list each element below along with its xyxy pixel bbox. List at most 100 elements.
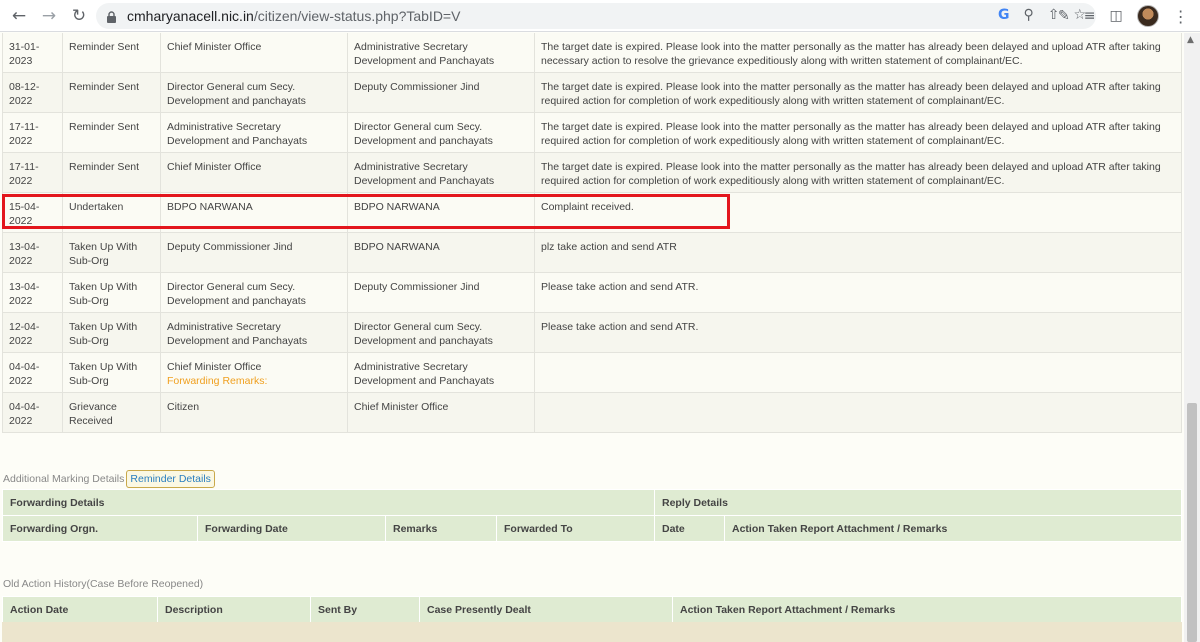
- col-atr-remarks: Action Taken Report Attachment / Remarks: [724, 515, 1182, 542]
- address-bar[interactable]: cmharyanacell.nic.in/citizen/view-status…: [96, 3, 1096, 29]
- forwarding-details-table: Forwarding Details Reply Details Forward…: [2, 489, 1182, 542]
- more-menu-icon[interactable]: ⋮: [1173, 7, 1189, 26]
- history-row: 17-11-2022 Reminder Sent Chief Minister Of…: [2, 152, 1182, 193]
- history-row: 13-04-2022 Taken Up With Sub-Org Deputy Co…: [2, 232, 1182, 273]
- page-content: 31-01-2023 Reminder Sent Chief Minister Of…: [0, 33, 1184, 642]
- history-row: 04-04-2022 Taken Up With Sub-Org Chief Min…: [2, 352, 1182, 393]
- row-status-text: Reminder Sent: [69, 81, 140, 93]
- tab-additional-marking[interactable]: Additional Marking Details: [3, 473, 124, 485]
- row-date: 13-04-2022: [2, 272, 63, 313]
- side-panel-icon[interactable]: ◫: [1109, 8, 1122, 24]
- row-to: Deputy Commissioner Jind: [347, 72, 535, 113]
- url-text: cmharyanacell.nic.in/citizen/view-status…: [127, 8, 460, 24]
- action-history-table: 31-01-2023 Reminder Sent Chief Minister Of…: [2, 33, 1182, 433]
- row-remarks: Please take action and send ATR.: [534, 312, 1182, 353]
- back-arrow-icon[interactable]: ←: [8, 5, 30, 27]
- row-to: Deputy Commissioner Jind: [347, 272, 535, 313]
- row-remarks: The target date is expired. Please look …: [534, 112, 1182, 153]
- row-status-text: Reminder Sent: [69, 41, 140, 53]
- forward-arrow-icon[interactable]: →: [38, 5, 60, 27]
- row-date-text: 17-11-2022: [9, 121, 39, 147]
- row-status: Reminder Sent: [62, 112, 161, 153]
- row-from: Chief Minister Office Forwarding Remarks:: [160, 352, 348, 393]
- history-row: 08-12-2022 Reminder Sent Director General …: [2, 72, 1182, 113]
- row-date: 31-01-2023: [2, 33, 63, 73]
- col-description: Description: [157, 596, 311, 623]
- forwarding-empty-body: [2, 542, 1182, 576]
- row-from: Director General cum Secy. Development a…: [160, 272, 348, 313]
- tab-reminder-details[interactable]: Reminder Details: [126, 470, 215, 488]
- row-from-text: Administrative Secretary Development and…: [167, 121, 308, 147]
- detail-tabs: Additional Marking Details Reminder Deta…: [3, 470, 215, 488]
- col-forwarded-to: Forwarded To: [496, 515, 655, 542]
- row-status-text: Reminder Sent: [69, 161, 140, 173]
- row-to-text: Administrative Secretary Development and…: [354, 41, 495, 67]
- zoom-icon[interactable]: ⚲: [1023, 7, 1033, 23]
- history-row: 04-04-2022 Grievance Received Citizen Chief…: [2, 392, 1182, 433]
- reading-list-icon[interactable]: ≡: [1084, 8, 1096, 24]
- row-date-text: 04-04-2022: [9, 361, 40, 387]
- history-row: 31-01-2023 Reminder Sent Chief Minister Of…: [2, 33, 1182, 73]
- profile-avatar[interactable]: [1136, 5, 1159, 27]
- row-status: Reminder Sent: [62, 33, 161, 73]
- history-row: 12-04-2022 Taken Up With Sub-Org Administr…: [2, 312, 1182, 353]
- vertical-scrollbar[interactable]: ▲: [1184, 33, 1200, 642]
- row-to: Director General cum Secy. Development a…: [347, 112, 535, 153]
- row-status-text: Taken Up With Sub-Org: [69, 241, 138, 267]
- row-status: Taken Up With Sub-Org: [62, 272, 161, 313]
- row-status: Taken Up With Sub-Org: [62, 352, 161, 393]
- row-from: Director General cum Secy. Development a…: [160, 72, 348, 113]
- row-from-text: Deputy Commissioner Jind: [167, 241, 293, 253]
- row-remarks-text: The target date is expired. Please look …: [541, 121, 1161, 147]
- lock-icon: [106, 10, 117, 23]
- row-status-text: Reminder Sent: [69, 121, 140, 133]
- scroll-up-icon[interactable]: ▲: [1187, 35, 1194, 45]
- row-to: Administrative Secretary Development and…: [347, 33, 535, 73]
- col-old-atr-remarks: Action Taken Report Attachment / Remarks: [672, 596, 1182, 623]
- col-reply-date: Date: [654, 515, 725, 542]
- row-from-text: Chief Minister Office: [167, 161, 262, 173]
- row-from: Administrative Secretary Development and…: [160, 312, 348, 353]
- row-status: Grievance Received: [62, 392, 161, 433]
- row-remarks-text: Please take action and send ATR.: [541, 321, 699, 333]
- row-to: BDPO NARWANA: [347, 232, 535, 273]
- row-to-text: Administrative Secretary Development and…: [354, 161, 495, 187]
- row-date: 04-04-2022: [2, 352, 63, 393]
- row-from-text: Director General cum Secy. Development a…: [167, 81, 306, 107]
- row-from-text: Chief Minister Office: [167, 41, 262, 53]
- row-remarks: Please take action and send ATR.: [534, 272, 1182, 313]
- row-date: 08-12-2022: [2, 72, 63, 113]
- col-case-presently-dealt: Case Presently Dealt: [419, 596, 673, 623]
- row-remarks: plz take action and send ATR: [534, 232, 1182, 273]
- row-from: Chief Minister Office: [160, 152, 348, 193]
- row-date-text: 12-04-2022: [9, 321, 40, 347]
- scrollbar-thumb[interactable]: [1187, 403, 1197, 642]
- row-date-text: 13-04-2022: [9, 281, 40, 307]
- row-from-text: Administrative Secretary Development and…: [167, 321, 308, 347]
- row-to-text: Administrative Secretary Development and…: [354, 361, 495, 387]
- row-to-text: Director General cum Secy. Development a…: [354, 321, 493, 347]
- extensions-icon[interactable]: ✎: [1058, 8, 1070, 24]
- row-to-text: Director General cum Secy. Development a…: [354, 121, 493, 147]
- col-action-date: Action Date: [2, 596, 158, 623]
- row-remarks: The target date is expired. Please look …: [534, 152, 1182, 193]
- row-date: 13-04-2022: [2, 232, 63, 273]
- google-lens-icon[interactable]: G: [998, 7, 1010, 23]
- row-date-text: 13-04-2022: [9, 241, 40, 267]
- row-remarks: [534, 392, 1182, 433]
- old-history-table: Action Date Description Sent By Case Pre…: [2, 596, 1182, 623]
- row-from: Citizen: [160, 392, 348, 433]
- row-date: 17-11-2022: [2, 112, 63, 153]
- reload-icon[interactable]: ↻: [68, 5, 90, 27]
- col-forwarding-date: Forwarding Date: [197, 515, 386, 542]
- forwarding-remarks-label: Forwarding Remarks:: [167, 375, 268, 387]
- history-row: 13-04-2022 Taken Up With Sub-Org Director …: [2, 272, 1182, 313]
- row-to-text: Deputy Commissioner Jind: [354, 281, 480, 293]
- row-status-text: Taken Up With Sub-Org: [69, 361, 138, 387]
- row-remarks: The target date is expired. Please look …: [534, 33, 1182, 73]
- col-forwarding-orgn: Forwarding Orgn.: [2, 515, 198, 542]
- row-remarks-text: plz take action and send ATR: [541, 241, 677, 253]
- row-date: 17-11-2022: [2, 152, 63, 193]
- row-status-text: Taken Up With Sub-Org: [69, 281, 138, 307]
- old-history-title: Old Action History(Case Before Reopened): [3, 578, 204, 590]
